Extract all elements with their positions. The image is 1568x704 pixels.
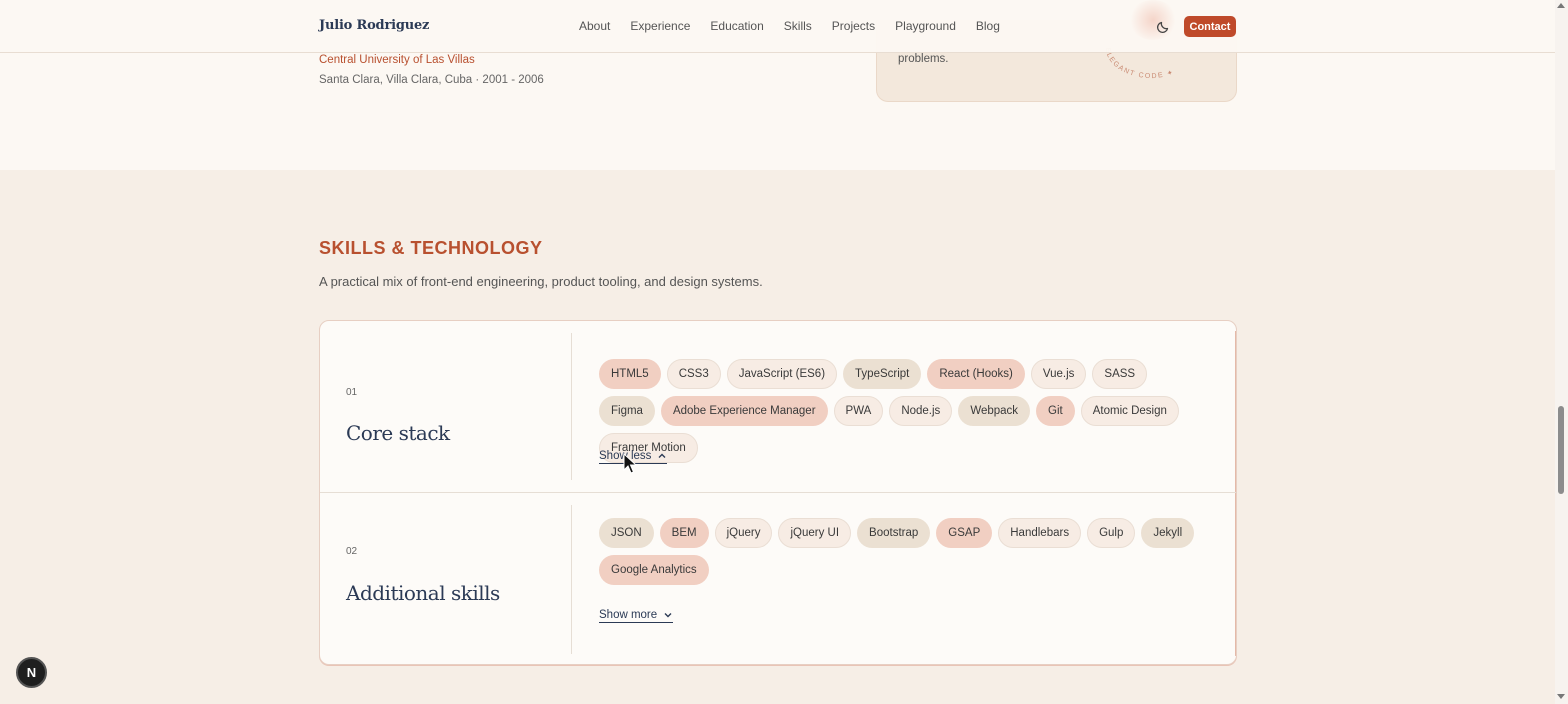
nav-education[interactable]: Education [710, 19, 763, 33]
nav-skills[interactable]: Skills [784, 19, 812, 33]
skill-group-heading: 01 Core stack [320, 333, 572, 480]
skill-chip: Node.js [889, 396, 953, 426]
skill-chip: HTML5 [599, 359, 661, 389]
skill-chip: jQuery UI [778, 518, 852, 548]
nav-blog[interactable]: Blog [976, 19, 1000, 33]
info-card-text: problems. [898, 53, 949, 65]
skill-chip: GSAP [936, 518, 993, 548]
skill-chip: React (Hooks) [927, 359, 1025, 389]
skill-chip: SASS [1092, 359, 1148, 389]
group-title: Core stack [346, 421, 450, 445]
skill-chip: Google Analytics [599, 555, 709, 585]
education-meta: Santa Clara, Villa Clara, Cuba · 2001 - … [319, 74, 544, 86]
chevron-up-icon [658, 453, 666, 458]
skill-chip: Jekyll [1141, 518, 1195, 548]
skill-chip: JSON [599, 518, 654, 548]
nav-experience[interactable]: Experience [630, 19, 690, 33]
show-more-button[interactable]: Show more [599, 609, 674, 623]
nav-playground[interactable]: Playground [895, 19, 956, 33]
skill-chip: jQuery [714, 518, 773, 548]
mouse-cursor-icon [623, 453, 637, 474]
skill-chip: Webpack [958, 396, 1031, 426]
skill-chip: Adobe Experience Manager [660, 396, 828, 426]
page-scrollbar[interactable] [1555, 0, 1568, 704]
section-subtitle: A practical mix of front-end engineering… [319, 274, 763, 289]
group-title: Additional skills [346, 581, 500, 605]
group-number: 02 [346, 546, 358, 557]
skill-group-core: 01 Core stack HTML5 CSS3 JavaScript (ES6) T… [320, 321, 1236, 493]
nav-about[interactable]: About [579, 19, 610, 33]
skill-chip: Atomic Design [1080, 396, 1179, 426]
skill-chip: CSS3 [666, 359, 721, 389]
skill-chip: PWA [833, 396, 884, 426]
chip-list: JSON BEM jQuery jQuery UI Bootstrap GSAP Handl… [599, 518, 1209, 585]
nav-projects[interactable]: Projects [832, 19, 875, 33]
moon-icon[interactable] [1156, 18, 1172, 34]
skill-chip: BEM [659, 518, 709, 548]
skill-group-additional: 02 Additional skills JSON BEM jQuery jQuery… [320, 493, 1236, 664]
brand-logo[interactable]: Julio Rodriguez [319, 18, 429, 33]
scroll-up-icon[interactable] [1557, 3, 1565, 8]
site-header: Julio Rodriguez About Experience Educati… [0, 0, 1555, 53]
chip-list: HTML5 CSS3 JavaScript (ES6) TypeScript React… [599, 359, 1209, 463]
skill-chip: JavaScript (ES6) [726, 359, 838, 389]
skill-chip: Bootstrap [857, 518, 931, 548]
section-title: SKILLS & TECHNOLOGY [319, 238, 543, 258]
skill-chip: Gulp [1087, 518, 1136, 548]
skill-group-heading: 02 Additional skills [320, 505, 572, 654]
chevron-down-icon [664, 613, 672, 618]
group-number: 01 [346, 387, 358, 398]
dev-tools-badge[interactable]: N [16, 657, 47, 688]
skill-chip: Git [1036, 396, 1075, 426]
toggle-label: Show more [599, 609, 658, 621]
skill-chip: Vue.js [1030, 359, 1087, 389]
skills-panel: 01 Core stack HTML5 CSS3 JavaScript (ES6) T… [319, 320, 1237, 665]
contact-button[interactable]: Contact [1184, 16, 1236, 37]
education-school: Central University of Las Villas [319, 54, 475, 66]
main-nav: About Experience Education Skills Projec… [579, 19, 1020, 33]
skill-chip: Figma [599, 396, 655, 426]
skill-chip: Handlebars [998, 518, 1082, 548]
skill-chip: TypeScript [843, 359, 922, 389]
scroll-down-icon[interactable] [1557, 694, 1565, 699]
scroll-thumb[interactable] [1558, 406, 1564, 494]
